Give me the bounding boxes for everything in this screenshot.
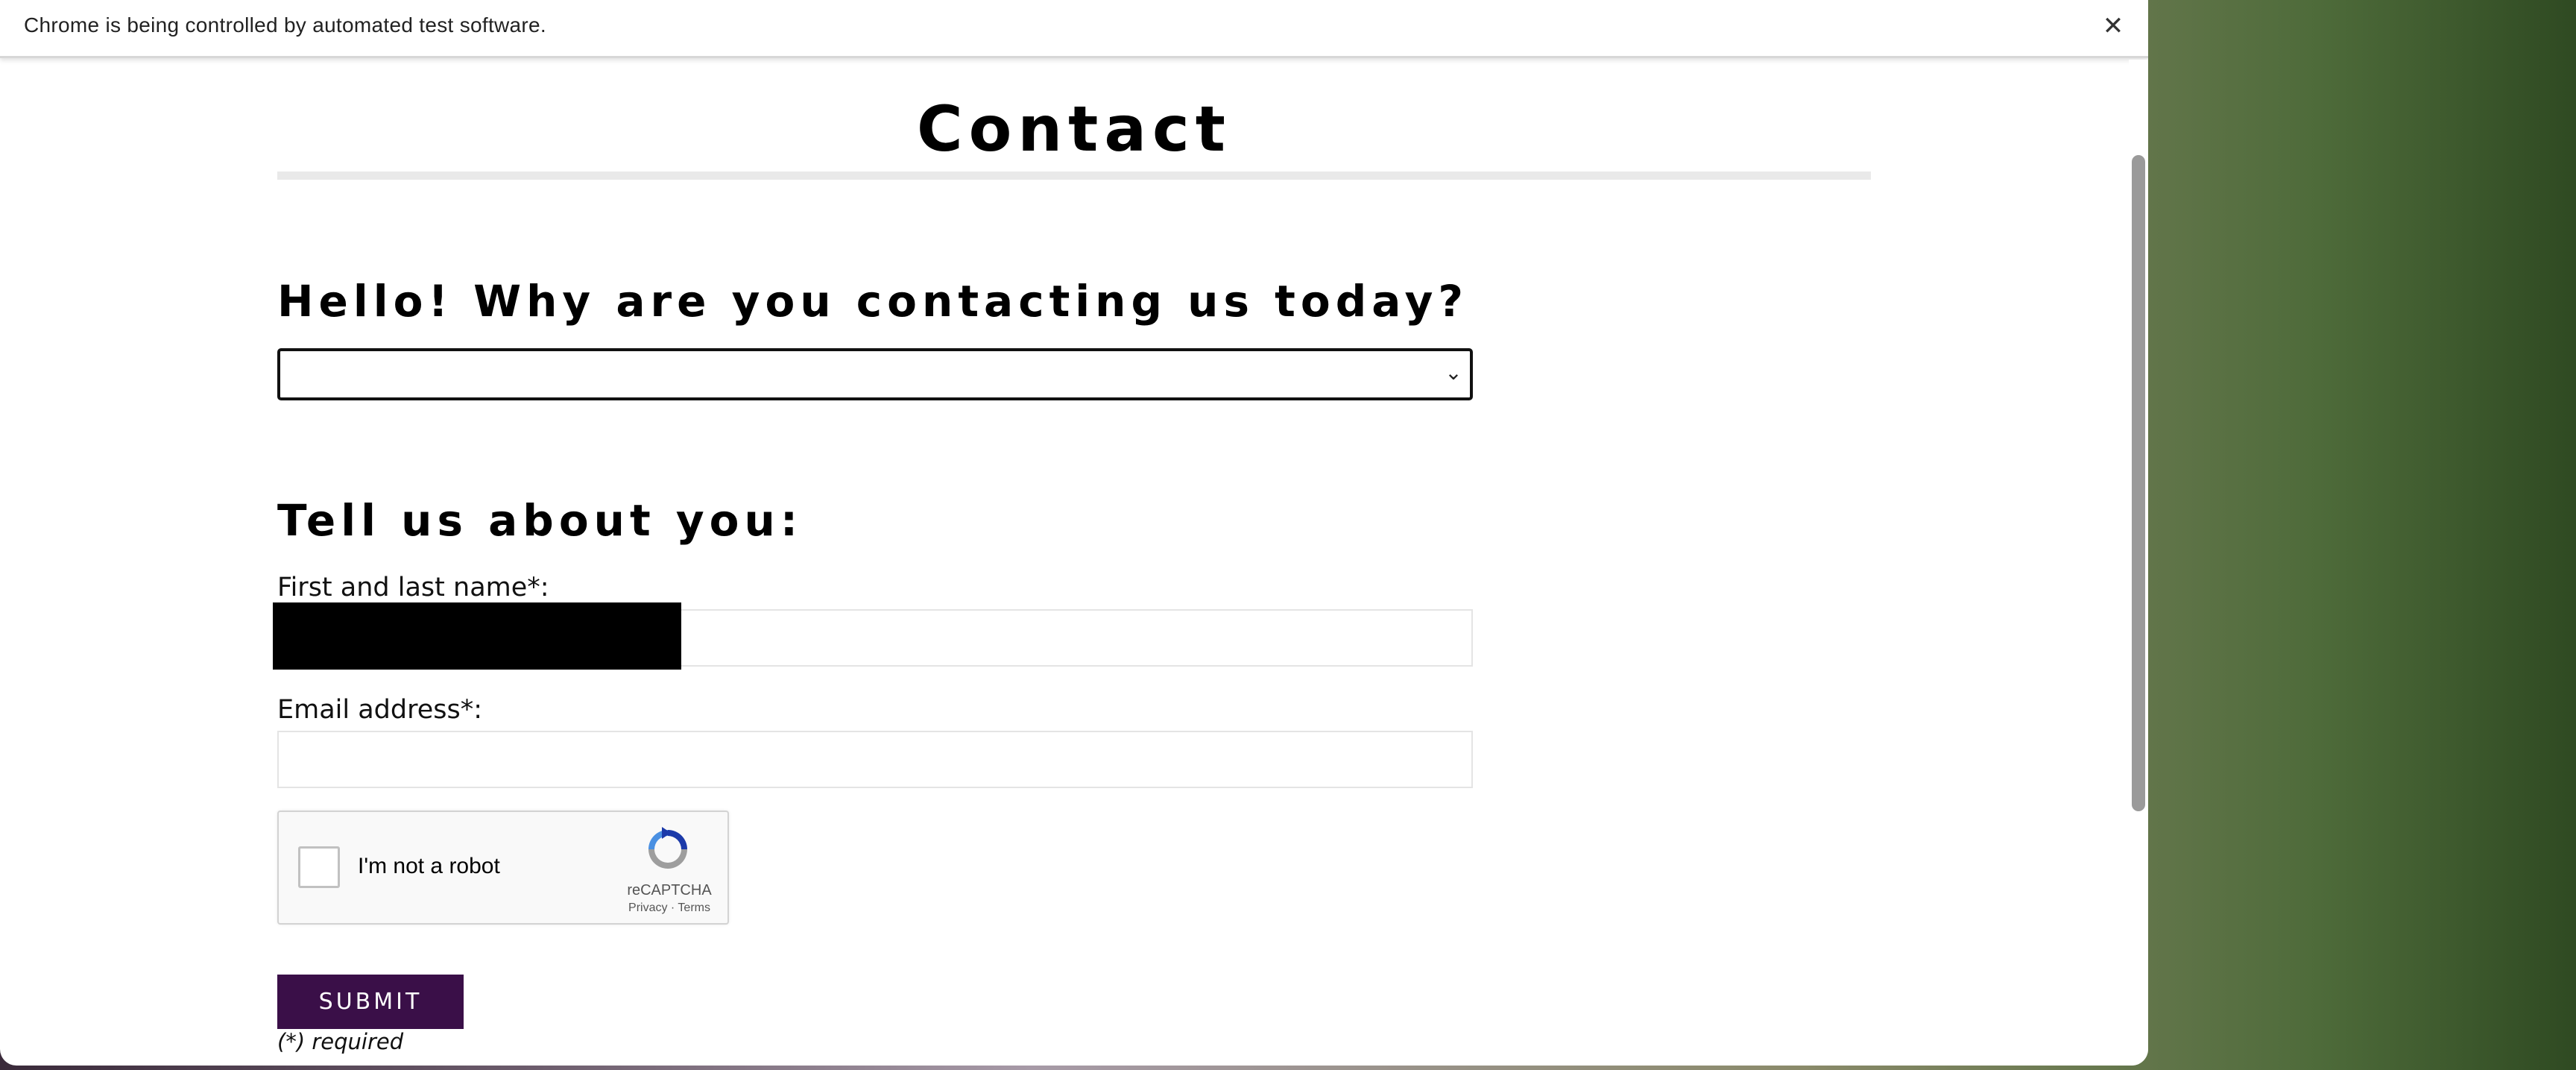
recaptcha-label: I'm not a robot: [358, 854, 500, 878]
chevron-down-icon: ⌄: [1445, 361, 1462, 384]
close-icon[interactable]: ✕: [2096, 9, 2130, 43]
submit-button[interactable]: SUBMIT: [277, 975, 464, 1029]
recaptcha-widget: I'm not a robot reCAPTCHA Privacy · Term…: [277, 811, 729, 925]
reason-select[interactable]: ⌄: [277, 348, 1473, 400]
page-title: Contact: [917, 92, 1231, 166]
about-heading: Tell us about you:: [277, 495, 804, 546]
automation-infobar: Chrome is being controlled by automated …: [0, 0, 2148, 58]
email-label: Email address*:: [277, 695, 483, 725]
recaptcha-checkbox[interactable]: [298, 846, 340, 888]
name-label: First and last name*:: [277, 573, 549, 602]
recaptcha-links[interactable]: Privacy · Terms: [611, 901, 727, 915]
reason-heading: Hello! Why are you contacting us today?: [277, 276, 1469, 327]
browser-window: Chrome is being controlled by automated …: [0, 0, 2148, 1066]
recaptcha-brand: reCAPTCHA: [627, 882, 712, 899]
redaction-block: [273, 602, 681, 670]
title-divider: [277, 171, 1871, 180]
recaptcha-logo-icon: [648, 827, 687, 869]
required-note: (*) required: [277, 1029, 404, 1054]
email-field[interactable]: [277, 731, 1473, 788]
contact-page: Contact Hello! Why are you contacting us…: [0, 60, 2132, 1066]
scrollbar-thumb[interactable]: [2132, 155, 2145, 811]
infobar-message: Chrome is being controlled by automated …: [24, 13, 546, 37]
